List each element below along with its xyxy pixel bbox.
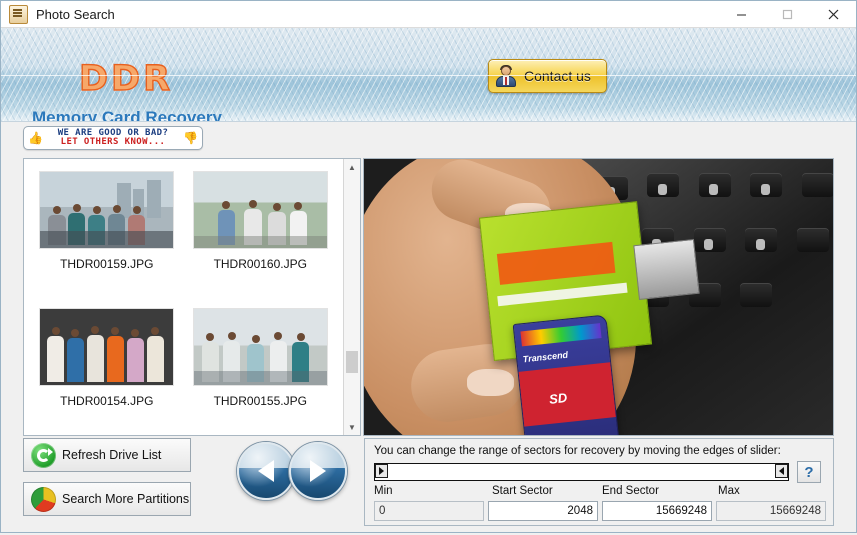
start-sector-input[interactable]: 2048	[488, 501, 598, 521]
slider-track[interactable]	[374, 463, 789, 481]
thumbnail-scrollbar[interactable]: ▲ ▼	[343, 159, 360, 435]
scroll-up-icon[interactable]: ▲	[344, 159, 360, 175]
contact-us-label: Contact us	[524, 68, 591, 84]
thumbs-up-icon: 👍	[28, 131, 43, 145]
min-label: Min	[374, 485, 393, 497]
photo-preview[interactable]: Transcend SD	[363, 158, 834, 436]
sd-logo-label: SD	[548, 390, 568, 407]
thumbnail-image[interactable]	[39, 308, 175, 386]
arrow-right-icon	[310, 460, 326, 482]
thumbnail-image[interactable]	[39, 171, 175, 249]
sd-card: Transcend SD	[512, 314, 619, 435]
slider-handle-start[interactable]	[375, 464, 388, 478]
thumbnail-label: THDR00159.JPG	[60, 257, 154, 271]
thumbnail-image[interactable]	[192, 308, 328, 386]
person-icon	[495, 65, 517, 87]
close-button[interactable]	[810, 1, 856, 28]
thumbnail-item[interactable]: THDR00159.JPG	[30, 171, 184, 308]
previous-button[interactable]	[237, 442, 295, 500]
min-value-field: 0	[374, 501, 484, 521]
photo-search-icon	[9, 4, 28, 24]
thumbnail-item[interactable]: THDR00160.JPG	[184, 171, 338, 308]
scroll-down-icon[interactable]: ▼	[344, 419, 360, 435]
window-title: Photo Search	[36, 6, 115, 22]
next-button[interactable]	[289, 442, 347, 500]
arrow-left-icon	[258, 460, 274, 482]
refresh-drive-list-button[interactable]: Refresh Drive List	[23, 438, 191, 472]
end-sector-input[interactable]: 15669248	[602, 501, 712, 521]
search-more-partitions-label: Search More Partitions	[62, 492, 190, 506]
minimize-button[interactable]	[718, 1, 764, 28]
bottom-controls: Refresh Drive List Search More Partition…	[1, 438, 856, 534]
feedback-line-2: LET OTHERS KNOW...	[60, 137, 166, 147]
sector-field-labels: Min Start Sector End Sector Max	[374, 485, 826, 501]
start-sector-label: Start Sector	[492, 485, 553, 497]
contact-us-button[interactable]: Contact us	[488, 59, 607, 93]
usb-connector	[633, 238, 700, 301]
max-value-field: 15669248	[716, 501, 826, 521]
feedback-text: WE ARE GOOD OR BAD? LET OTHERS KNOW...	[43, 129, 183, 147]
end-sector-label: End Sector	[602, 485, 659, 497]
thumbnail-label: THDR00160.JPG	[213, 257, 307, 271]
title-bar: Photo Search	[1, 1, 856, 28]
maximize-button[interactable]	[764, 1, 810, 28]
thumbnail-grid: THDR00159.JPG THDR00160.JPG THDR00154.JP…	[24, 159, 343, 435]
sector-fields: 0 2048 15669248 15669248	[374, 501, 826, 521]
refresh-icon	[31, 442, 56, 468]
feedback-strip: 👍 WE ARE GOOD OR BAD? LET OTHERS KNOW...…	[1, 122, 856, 156]
handle-right-arrow-icon	[379, 467, 384, 475]
app-header-banner: DDR Memory Card Recovery Contact us	[1, 28, 856, 122]
sector-instruction-text: You can change the range of sectors for …	[374, 445, 781, 457]
ddr-logo: DDR	[78, 58, 174, 99]
handle-left-arrow-icon	[779, 467, 784, 475]
main-content: THDR00159.JPG THDR00160.JPG THDR00154.JP…	[1, 156, 856, 535]
pie-chart-icon	[31, 486, 56, 512]
thumbnail-item[interactable]: THDR00154.JPG	[30, 308, 184, 445]
thumbnail-panel: THDR00159.JPG THDR00160.JPG THDR00154.JP…	[23, 158, 361, 436]
thumbs-down-icon: 👎	[183, 131, 198, 145]
scrollbar-track[interactable]	[344, 175, 360, 419]
feedback-banner[interactable]: 👍 WE ARE GOOD OR BAD? LET OTHERS KNOW...…	[23, 126, 203, 150]
thumbnail-label: THDR00155.JPG	[213, 394, 307, 408]
thumbnail-item[interactable]: THDR00155.JPG	[184, 308, 338, 445]
app-subtitle: Memory Card Recovery	[32, 108, 222, 122]
help-button[interactable]: ?	[797, 461, 821, 483]
thumbnail-label: THDR00154.JPG	[60, 394, 154, 408]
sector-range-panel: You can change the range of sectors for …	[364, 438, 834, 526]
window-controls	[718, 1, 856, 28]
thumbnail-image[interactable]	[192, 171, 328, 249]
search-more-partitions-button[interactable]: Search More Partitions	[23, 482, 191, 516]
max-label: Max	[718, 485, 740, 497]
scrollbar-thumb[interactable]	[346, 350, 358, 373]
sector-range-slider[interactable]	[374, 463, 789, 481]
slider-handle-end[interactable]	[775, 464, 788, 478]
sd-brand-label: Transcend	[522, 349, 569, 365]
photo-search-window: Photo Search DDR Memory Card Recovery Co…	[0, 0, 857, 533]
refresh-drive-list-label: Refresh Drive List	[62, 448, 162, 462]
